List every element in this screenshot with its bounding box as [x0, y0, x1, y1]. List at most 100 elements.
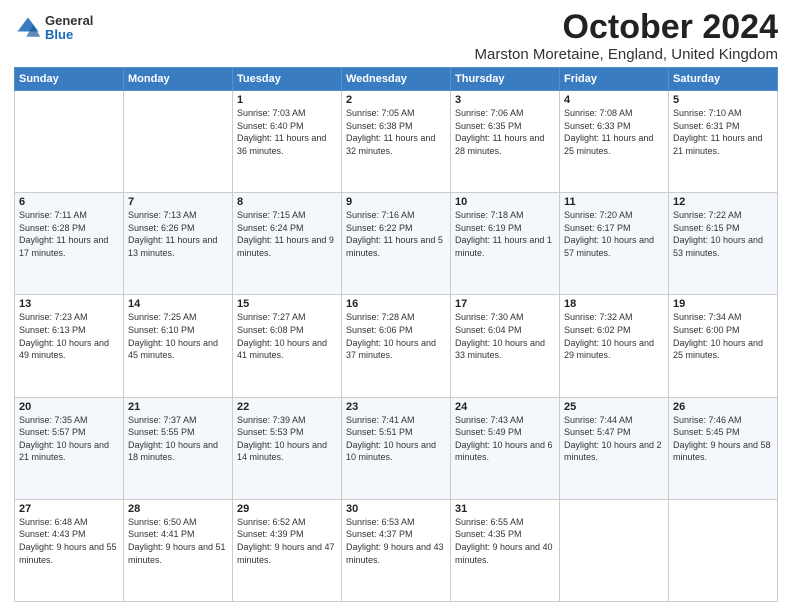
day-info: Sunrise: 7:35 AM Sunset: 5:57 PM Dayligh…	[19, 414, 119, 464]
day-cell: 8Sunrise: 7:15 AM Sunset: 6:24 PM Daylig…	[233, 193, 342, 295]
day-info: Sunrise: 7:27 AM Sunset: 6:08 PM Dayligh…	[237, 311, 337, 361]
header-sunday: Sunday	[15, 68, 124, 91]
header-saturday: Saturday	[669, 68, 778, 91]
day-number: 6	[19, 196, 119, 208]
day-info: Sunrise: 7:11 AM Sunset: 6:28 PM Dayligh…	[19, 209, 119, 259]
day-cell	[669, 499, 778, 601]
day-number: 20	[19, 401, 119, 413]
day-number: 3	[455, 94, 555, 106]
day-number: 16	[346, 298, 446, 310]
day-info: Sunrise: 7:20 AM Sunset: 6:17 PM Dayligh…	[564, 209, 664, 259]
day-number: 14	[128, 298, 228, 310]
day-cell: 30Sunrise: 6:53 AM Sunset: 4:37 PM Dayli…	[342, 499, 451, 601]
day-info: Sunrise: 7:39 AM Sunset: 5:53 PM Dayligh…	[237, 414, 337, 464]
week-row-5: 27Sunrise: 6:48 AM Sunset: 4:43 PM Dayli…	[15, 499, 778, 601]
day-info: Sunrise: 7:16 AM Sunset: 6:22 PM Dayligh…	[346, 209, 446, 259]
day-number: 10	[455, 196, 555, 208]
day-cell: 9Sunrise: 7:16 AM Sunset: 6:22 PM Daylig…	[342, 193, 451, 295]
header-wednesday: Wednesday	[342, 68, 451, 91]
logo-general: General	[45, 14, 93, 28]
day-cell: 1Sunrise: 7:03 AM Sunset: 6:40 PM Daylig…	[233, 91, 342, 193]
week-row-1: 1Sunrise: 7:03 AM Sunset: 6:40 PM Daylig…	[15, 91, 778, 193]
day-info: Sunrise: 7:44 AM Sunset: 5:47 PM Dayligh…	[564, 414, 664, 464]
day-number: 30	[346, 503, 446, 515]
day-info: Sunrise: 7:06 AM Sunset: 6:35 PM Dayligh…	[455, 107, 555, 157]
calendar-body: 1Sunrise: 7:03 AM Sunset: 6:40 PM Daylig…	[15, 91, 778, 602]
day-cell	[15, 91, 124, 193]
day-info: Sunrise: 7:23 AM Sunset: 6:13 PM Dayligh…	[19, 311, 119, 361]
day-number: 9	[346, 196, 446, 208]
day-cell: 18Sunrise: 7:32 AM Sunset: 6:02 PM Dayli…	[560, 295, 669, 397]
day-info: Sunrise: 7:46 AM Sunset: 5:45 PM Dayligh…	[673, 414, 773, 464]
day-cell: 22Sunrise: 7:39 AM Sunset: 5:53 PM Dayli…	[233, 397, 342, 499]
day-number: 5	[673, 94, 773, 106]
day-number: 28	[128, 503, 228, 515]
day-number: 12	[673, 196, 773, 208]
header-thursday: Thursday	[451, 68, 560, 91]
day-info: Sunrise: 7:05 AM Sunset: 6:38 PM Dayligh…	[346, 107, 446, 157]
day-cell: 24Sunrise: 7:43 AM Sunset: 5:49 PM Dayli…	[451, 397, 560, 499]
logo-icon	[14, 14, 42, 42]
day-number: 26	[673, 401, 773, 413]
day-number: 11	[564, 196, 664, 208]
day-cell: 13Sunrise: 7:23 AM Sunset: 6:13 PM Dayli…	[15, 295, 124, 397]
logo-blue: Blue	[45, 28, 93, 42]
day-cell: 5Sunrise: 7:10 AM Sunset: 6:31 PM Daylig…	[669, 91, 778, 193]
day-number: 23	[346, 401, 446, 413]
day-info: Sunrise: 7:34 AM Sunset: 6:00 PM Dayligh…	[673, 311, 773, 361]
day-info: Sunrise: 7:30 AM Sunset: 6:04 PM Dayligh…	[455, 311, 555, 361]
day-number: 13	[19, 298, 119, 310]
day-number: 1	[237, 94, 337, 106]
day-cell	[560, 499, 669, 601]
day-cell: 19Sunrise: 7:34 AM Sunset: 6:00 PM Dayli…	[669, 295, 778, 397]
day-number: 24	[455, 401, 555, 413]
day-cell: 12Sunrise: 7:22 AM Sunset: 6:15 PM Dayli…	[669, 193, 778, 295]
day-cell: 10Sunrise: 7:18 AM Sunset: 6:19 PM Dayli…	[451, 193, 560, 295]
day-cell: 21Sunrise: 7:37 AM Sunset: 5:55 PM Dayli…	[124, 397, 233, 499]
day-number: 27	[19, 503, 119, 515]
day-info: Sunrise: 7:15 AM Sunset: 6:24 PM Dayligh…	[237, 209, 337, 259]
month-title: October 2024	[474, 10, 778, 44]
week-row-3: 13Sunrise: 7:23 AM Sunset: 6:13 PM Dayli…	[15, 295, 778, 397]
day-info: Sunrise: 7:25 AM Sunset: 6:10 PM Dayligh…	[128, 311, 228, 361]
day-info: Sunrise: 7:41 AM Sunset: 5:51 PM Dayligh…	[346, 414, 446, 464]
day-cell: 7Sunrise: 7:13 AM Sunset: 6:26 PM Daylig…	[124, 193, 233, 295]
day-info: Sunrise: 7:10 AM Sunset: 6:31 PM Dayligh…	[673, 107, 773, 157]
day-cell: 11Sunrise: 7:20 AM Sunset: 6:17 PM Dayli…	[560, 193, 669, 295]
header-tuesday: Tuesday	[233, 68, 342, 91]
logo-text: General Blue	[45, 14, 93, 43]
day-cell: 3Sunrise: 7:06 AM Sunset: 6:35 PM Daylig…	[451, 91, 560, 193]
day-info: Sunrise: 6:50 AM Sunset: 4:41 PM Dayligh…	[128, 516, 228, 566]
day-cell: 17Sunrise: 7:30 AM Sunset: 6:04 PM Dayli…	[451, 295, 560, 397]
day-info: Sunrise: 6:55 AM Sunset: 4:35 PM Dayligh…	[455, 516, 555, 566]
day-cell: 6Sunrise: 7:11 AM Sunset: 6:28 PM Daylig…	[15, 193, 124, 295]
day-number: 2	[346, 94, 446, 106]
day-number: 15	[237, 298, 337, 310]
day-info: Sunrise: 7:37 AM Sunset: 5:55 PM Dayligh…	[128, 414, 228, 464]
page-header: General Blue October 2024 Marston Moreta…	[14, 10, 778, 63]
day-number: 29	[237, 503, 337, 515]
day-number: 7	[128, 196, 228, 208]
day-number: 31	[455, 503, 555, 515]
week-row-2: 6Sunrise: 7:11 AM Sunset: 6:28 PM Daylig…	[15, 193, 778, 295]
day-cell: 14Sunrise: 7:25 AM Sunset: 6:10 PM Dayli…	[124, 295, 233, 397]
day-number: 8	[237, 196, 337, 208]
calendar-page: General Blue October 2024 Marston Moreta…	[0, 0, 792, 612]
day-info: Sunrise: 7:18 AM Sunset: 6:19 PM Dayligh…	[455, 209, 555, 259]
day-cell: 27Sunrise: 6:48 AM Sunset: 4:43 PM Dayli…	[15, 499, 124, 601]
logo: General Blue	[14, 14, 93, 43]
day-cell: 16Sunrise: 7:28 AM Sunset: 6:06 PM Dayli…	[342, 295, 451, 397]
calendar-header: Sunday Monday Tuesday Wednesday Thursday…	[15, 68, 778, 91]
day-number: 18	[564, 298, 664, 310]
day-cell: 15Sunrise: 7:27 AM Sunset: 6:08 PM Dayli…	[233, 295, 342, 397]
header-friday: Friday	[560, 68, 669, 91]
day-cell: 23Sunrise: 7:41 AM Sunset: 5:51 PM Dayli…	[342, 397, 451, 499]
day-cell: 20Sunrise: 7:35 AM Sunset: 5:57 PM Dayli…	[15, 397, 124, 499]
day-info: Sunrise: 6:52 AM Sunset: 4:39 PM Dayligh…	[237, 516, 337, 566]
day-info: Sunrise: 6:53 AM Sunset: 4:37 PM Dayligh…	[346, 516, 446, 566]
day-number: 4	[564, 94, 664, 106]
day-info: Sunrise: 7:03 AM Sunset: 6:40 PM Dayligh…	[237, 107, 337, 157]
header-monday: Monday	[124, 68, 233, 91]
title-section: October 2024 Marston Moretaine, England,…	[474, 10, 778, 63]
day-number: 21	[128, 401, 228, 413]
